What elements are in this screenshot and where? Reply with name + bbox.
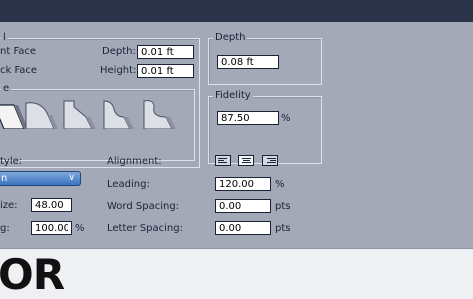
tracking-label: g: (0, 223, 10, 234)
size-label: ize: (0, 200, 18, 211)
fidelity-group-title: Fidelity (213, 90, 253, 102)
bevel-shape-title: e (1, 83, 12, 95)
bevel-ogee-icon[interactable] (142, 95, 176, 129)
word-spacing-label: Word Spacing: (107, 201, 180, 212)
title-bar (0, 0, 473, 23)
bevel-height-label: Height: (100, 65, 137, 76)
bevel-round-icon[interactable] (24, 95, 58, 129)
bevel-group-title: l (1, 32, 8, 44)
tracking-field[interactable] (31, 221, 72, 235)
bevel-depth-field[interactable] (137, 45, 194, 59)
preview-area: OR (0, 248, 473, 296)
fidelity-unit: % (281, 113, 291, 124)
align-right-icon[interactable] (262, 155, 278, 166)
size-field[interactable] (31, 198, 72, 212)
align-center-icon[interactable] (238, 155, 254, 166)
front-face-label: nt Face (0, 46, 37, 57)
bevel-chamfer-icon[interactable] (62, 95, 96, 129)
extrude-settings-panel: l nt Face ck Face Depth: Height: e Depth… (0, 22, 473, 248)
letter-spacing-label: Letter Spacing: (107, 223, 183, 234)
fidelity-field[interactable] (217, 111, 279, 125)
bevel-depth-label: Depth: (102, 46, 136, 57)
back-face-label: ck Face (0, 65, 38, 76)
style-select-value: n (1, 173, 8, 184)
letter-spacing-field[interactable] (215, 221, 271, 235)
leading-unit: % (275, 179, 285, 190)
align-left-icon[interactable] (215, 155, 231, 166)
word-spacing-field[interactable] (215, 199, 271, 213)
alignment-label: Alignment: (107, 156, 162, 167)
letter-spacing-unit: pts (275, 223, 291, 234)
style-select[interactable]: n ∨ (0, 171, 81, 186)
bevel-height-field[interactable] (137, 64, 194, 78)
chevron-down-icon: ∨ (68, 173, 75, 183)
depth-group-title: Depth (213, 32, 248, 44)
tracking-unit: % (75, 223, 85, 234)
fidelity-group: Fidelity (208, 90, 322, 164)
depth-field[interactable] (217, 55, 279, 69)
preview-text: OR (0, 250, 65, 299)
leading-label: Leading: (107, 179, 150, 190)
style-label: tyle: (0, 156, 23, 167)
leading-field[interactable] (215, 177, 271, 191)
bevel-step-icon[interactable] (102, 95, 136, 129)
word-spacing-unit: pts (275, 201, 291, 212)
